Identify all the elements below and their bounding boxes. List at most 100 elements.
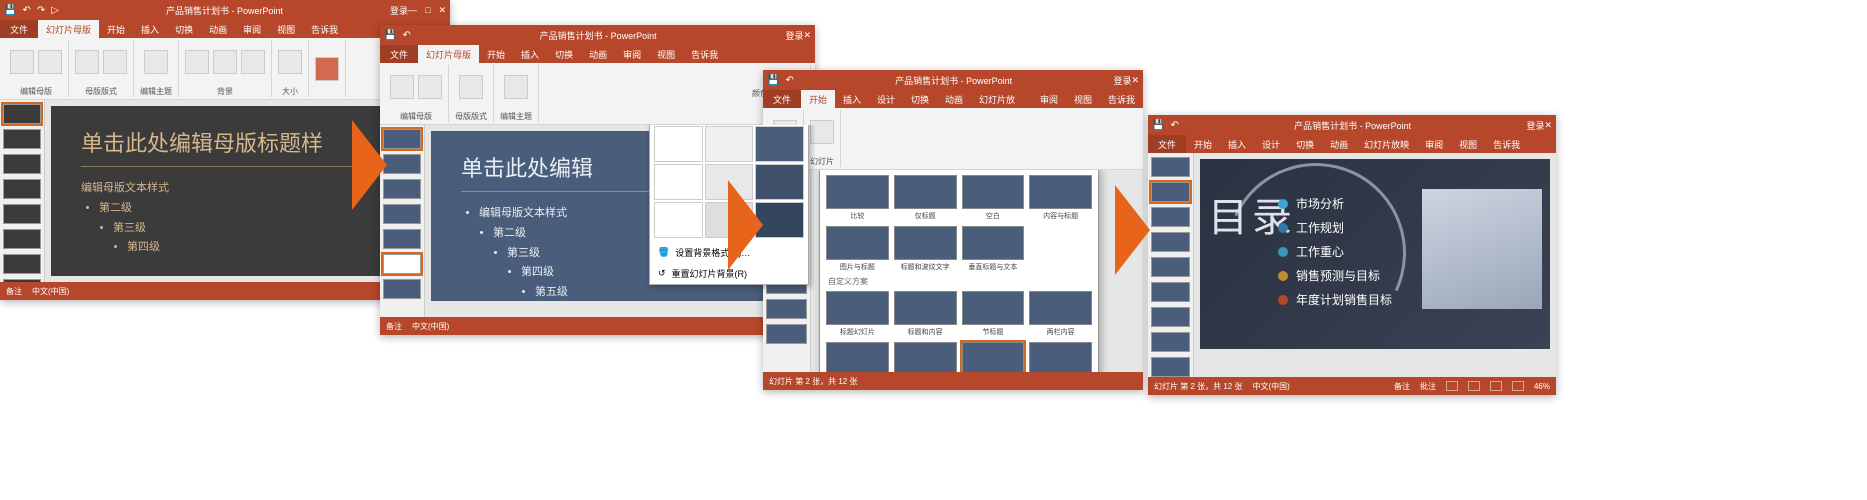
layout-option[interactable] (894, 226, 957, 260)
slideshow-icon[interactable]: ▷ (51, 5, 59, 16)
tab-insert[interactable]: 插入 (513, 45, 547, 63)
slide-thumb[interactable] (1151, 157, 1190, 177)
layout-thumb[interactable] (3, 179, 41, 199)
tab-view[interactable]: 视图 (1451, 135, 1485, 153)
slide-size-button[interactable] (278, 50, 302, 74)
close-button[interactable]: ✕ (1544, 120, 1552, 131)
slide-thumb[interactable] (1151, 207, 1190, 227)
layout-thumb[interactable] (383, 279, 421, 299)
save-icon[interactable]: 💾 (384, 30, 396, 41)
tab-review[interactable]: 审阅 (235, 20, 269, 38)
notes-button[interactable]: 备注 (1394, 381, 1410, 392)
tab-tellme[interactable]: 告诉我 (683, 45, 726, 63)
new-slide-button[interactable] (810, 120, 834, 144)
tab-slide-master[interactable]: 幻灯片母版 (38, 20, 99, 38)
language-indicator[interactable]: 中文(中国) (412, 321, 449, 332)
tab-file[interactable]: 文件 (1148, 135, 1186, 153)
tab-animations[interactable]: 动画 (937, 90, 971, 108)
tab-transitions[interactable]: 切换 (903, 90, 937, 108)
sorter-view-button[interactable] (1468, 381, 1480, 391)
layout-option[interactable] (962, 342, 1025, 372)
slide-thumb[interactable] (766, 299, 807, 319)
undo-icon[interactable]: ↶ (22, 5, 30, 16)
thumbnail-pane[interactable] (0, 100, 45, 282)
save-icon[interactable]: 💾 (4, 5, 16, 16)
close-button[interactable]: ✕ (803, 30, 811, 41)
normal-view-button[interactable] (1446, 381, 1458, 391)
tab-tellme[interactable]: 告诉我 (303, 20, 346, 38)
maximize-button[interactable]: □ (425, 5, 430, 16)
tab-view[interactable]: 视图 (1066, 90, 1100, 108)
insert-master-button[interactable] (390, 75, 414, 99)
tab-home[interactable]: 开始 (479, 45, 513, 63)
tab-transitions[interactable]: 切换 (1288, 135, 1322, 153)
layout-thumb[interactable] (3, 154, 41, 174)
master-layout-button[interactable] (75, 50, 99, 74)
slide-thumb[interactable] (1151, 357, 1190, 377)
master-thumb[interactable] (383, 129, 421, 149)
layout-option[interactable] (826, 291, 889, 325)
save-icon[interactable]: 💾 (1152, 120, 1164, 131)
tab-animations[interactable]: 动画 (1322, 135, 1356, 153)
tab-slide-master[interactable]: 幻灯片母版 (418, 45, 479, 63)
tab-home[interactable]: 开始 (1186, 135, 1220, 153)
tab-slideshow[interactable]: 幻灯片放映 (1356, 135, 1417, 153)
minimize-button[interactable]: — (408, 5, 417, 16)
tab-design[interactable]: 设计 (869, 90, 903, 108)
slide-thumb[interactable] (1151, 332, 1190, 352)
themes-button[interactable] (504, 75, 528, 99)
layout-thumb[interactable] (383, 204, 421, 224)
slide-thumb[interactable] (1151, 282, 1190, 302)
slide-thumb[interactable] (1151, 307, 1190, 327)
tab-animations[interactable]: 动画 (201, 20, 235, 38)
layout-thumb[interactable] (383, 254, 421, 274)
layout-thumb[interactable] (3, 229, 41, 249)
tab-transitions[interactable]: 切换 (167, 20, 201, 38)
close-button[interactable]: ✕ (438, 5, 446, 16)
layout-thumb[interactable] (383, 154, 421, 174)
layout-option[interactable] (962, 291, 1025, 325)
slide-thumb[interactable] (1151, 182, 1190, 202)
bg-swatch[interactable] (705, 126, 754, 162)
tab-tellme[interactable]: 告诉我 (1485, 135, 1528, 153)
colors-button[interactable] (185, 50, 209, 74)
layout-thumb[interactable] (3, 204, 41, 224)
tab-file[interactable]: 文件 (380, 45, 418, 63)
placeholder-button[interactable] (103, 50, 127, 74)
layout-option[interactable] (1029, 342, 1092, 372)
layout-option[interactable] (962, 226, 1025, 260)
slide-editor[interactable]: 目录 市场分析 工作规划 工作重心 销售预测与目标 年度计划销售目标 (1194, 153, 1556, 377)
undo-icon[interactable]: ↶ (1170, 120, 1178, 131)
layout-option[interactable] (894, 291, 957, 325)
reading-view-button[interactable] (1490, 381, 1502, 391)
tab-review[interactable]: 审阅 (1032, 90, 1066, 108)
notes-button[interactable]: 备注 (386, 321, 402, 332)
layout-option[interactable] (826, 226, 889, 260)
layout-thumb[interactable] (383, 229, 421, 249)
tab-view[interactable]: 视图 (649, 45, 683, 63)
save-icon[interactable]: 💾 (767, 75, 779, 86)
slideshow-view-button[interactable] (1512, 381, 1524, 391)
layout-option[interactable] (826, 342, 889, 372)
language-indicator[interactable]: 中文(中国) (1252, 381, 1289, 392)
language-indicator[interactable]: 中文(中国) (32, 286, 69, 297)
layout-thumb[interactable] (3, 254, 41, 274)
undo-icon[interactable]: ↶ (785, 75, 793, 86)
tab-file[interactable]: 文件 (0, 20, 38, 38)
tab-animations[interactable]: 动画 (581, 45, 615, 63)
redo-icon[interactable]: ↷ (37, 5, 45, 16)
insert-master-button[interactable] (10, 50, 34, 74)
tab-design[interactable]: 设计 (1254, 135, 1288, 153)
bg-swatch[interactable] (755, 126, 804, 162)
tab-view[interactable]: 视图 (269, 20, 303, 38)
close-button[interactable]: ✕ (1131, 75, 1139, 86)
login-label[interactable]: 登录 (390, 4, 408, 17)
layout-option[interactable] (1029, 291, 1092, 325)
tab-slideshow[interactable]: 幻灯片放映 (971, 90, 1032, 108)
placeholder-button[interactable] (459, 75, 483, 99)
login-label[interactable]: 登录 (785, 29, 803, 42)
insert-layout-button[interactable] (38, 50, 62, 74)
tab-home[interactable]: 开始 (99, 20, 133, 38)
tab-insert[interactable]: 插入 (133, 20, 167, 38)
tab-tellme[interactable]: 告诉我 (1100, 90, 1143, 108)
